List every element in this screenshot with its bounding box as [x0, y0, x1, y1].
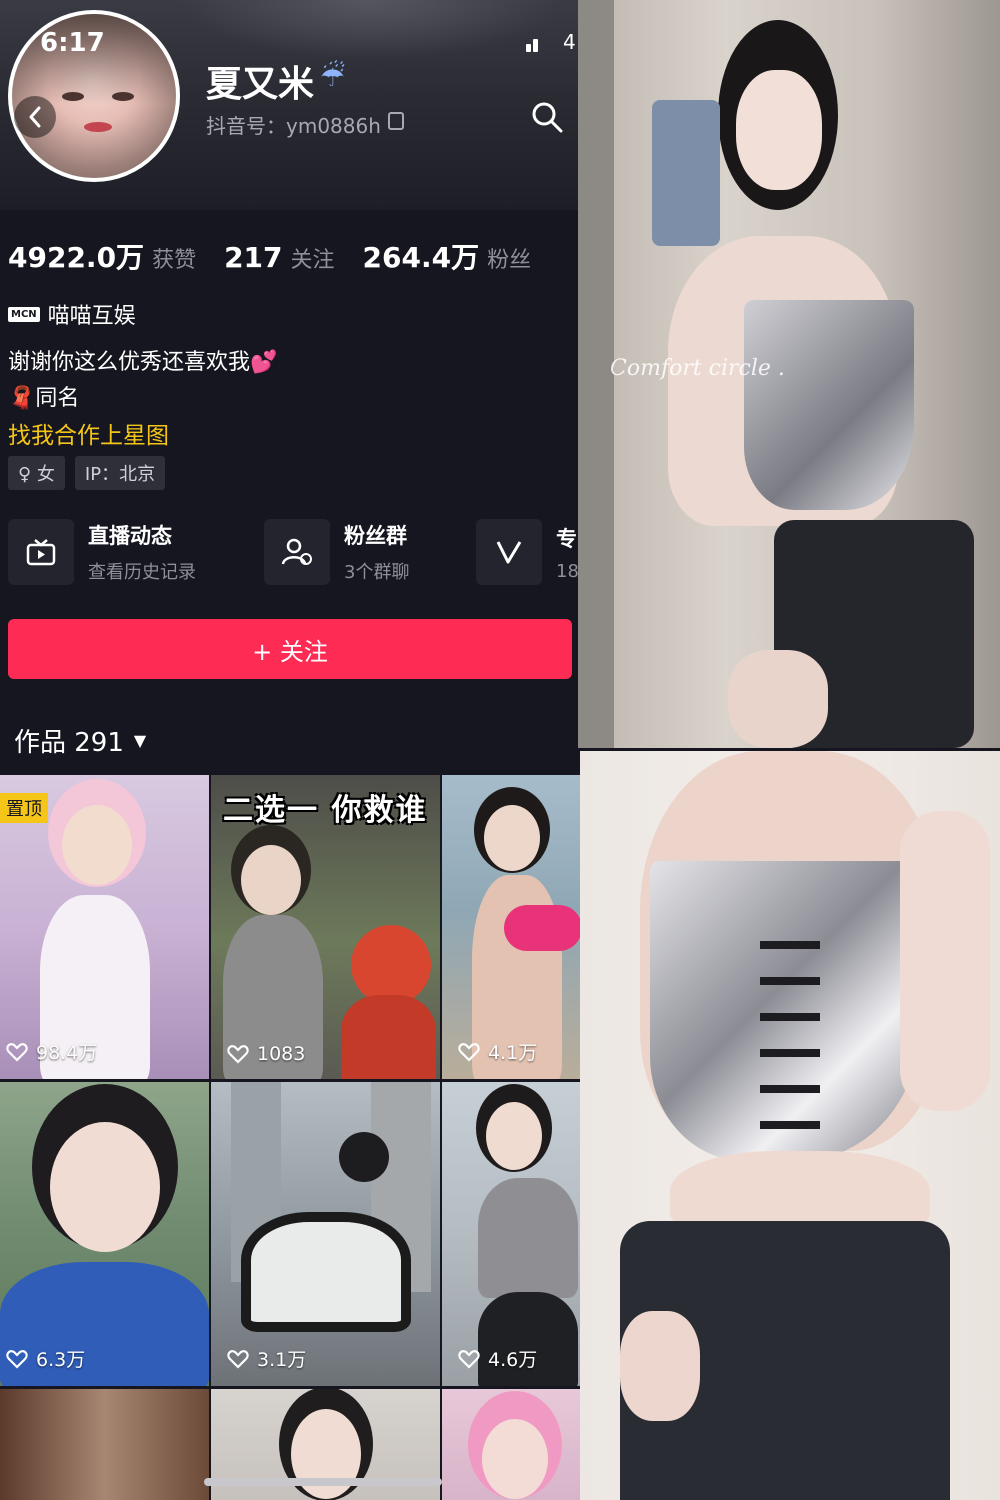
works-tab-label: 作品 291 [14, 728, 124, 758]
entry-title: 直播动态 [88, 524, 172, 548]
likes-count: 4.1万 [458, 1038, 537, 1065]
video-thumbnail[interactable] [442, 1389, 580, 1500]
people-icon [264, 519, 330, 585]
video-thumbnail[interactable]: 6.3万 [0, 1082, 209, 1386]
mcn-name: 喵喵互娱 [47, 304, 136, 329]
heart-icon [6, 1042, 28, 1062]
heart-icon [227, 1349, 249, 1369]
tv-icon [8, 519, 74, 585]
entry-subtitle: 3个群聊 [344, 562, 410, 583]
bio-line: 谢谢你这么优秀还喜欢我💕 [8, 350, 278, 375]
entry-title: 专 [556, 526, 577, 551]
profile-tags: ♀ 女 IP：北京 [8, 456, 166, 490]
douyin-id: 抖音号：ym0886h [206, 114, 381, 138]
likes-count: 3.1万 [227, 1345, 306, 1372]
search-icon [532, 102, 563, 133]
entry-subtitle: 18 [556, 560, 579, 582]
photo-mirror-selfie: Comfort circle . [578, 0, 1000, 748]
ip-location-tag: IP：北京 [74, 456, 166, 490]
video-thumbnail[interactable]: 置顶 98.4万 [0, 775, 209, 1079]
gender-tag: ♀ 女 [8, 456, 65, 490]
heart-icon [227, 1045, 249, 1064]
copy-icon[interactable] [388, 112, 404, 130]
video-grid: 置顶 98.4万 二选一 你救谁 1083 4.1万 6.3万 3.1万 4.6… [0, 775, 580, 1500]
likes-label: 获赞 [152, 248, 197, 273]
followers-count[interactable]: 264.4万 [363, 236, 480, 276]
umbrella-icon: ☔ [320, 60, 346, 93]
collab-link[interactable]: 找我合作上星图 [8, 416, 169, 450]
likes-count: 6.3万 [6, 1345, 85, 1372]
heart-icon [458, 1349, 480, 1369]
signal-icon [526, 34, 546, 52]
caret-down-icon: ▼ [133, 731, 147, 750]
photo-watermark: Comfort circle . [610, 356, 785, 381]
special-entry[interactable]: 专 18 [476, 518, 579, 586]
entry-subtitle: 查看历史记录 [88, 562, 196, 583]
heart-icon [458, 1042, 480, 1062]
video-thumbnail[interactable]: 3.1万 [211, 1082, 440, 1386]
likes-count: 4.6万 [458, 1345, 537, 1372]
video-thumbnail[interactable]: 4.6万 [442, 1082, 580, 1386]
entry-title: 粉丝群 [344, 524, 407, 548]
mcn-row[interactable]: MCN 喵喵互娱 [8, 298, 136, 330]
likes-count: 98.4万 [6, 1038, 97, 1065]
tab-works[interactable]: 作品 291 ▼ [14, 722, 146, 759]
likes-count: 1083 [227, 1043, 305, 1065]
search-button[interactable] [530, 100, 564, 134]
video-thumbnail[interactable]: 二选一 你救谁 1083 [211, 775, 440, 1079]
followers-label[interactable]: 粉丝 [487, 242, 531, 274]
status-time: 6:17 [40, 28, 105, 58]
likes-count: 4922.0万 [8, 241, 145, 274]
fan-group-entry[interactable]: 粉丝群 3个群聊 [264, 518, 409, 586]
back-button[interactable] [14, 96, 56, 138]
video-overlay-text: 二选一 你救谁 [223, 793, 428, 828]
pinned-badge: 置顶 [0, 793, 48, 823]
profile-screen: 6:17 4 夏又米 ☔ 抖音号：ym0886h 4922.0万 获赞 217 … [0, 0, 580, 1500]
follow-button[interactable]: + 关注 [8, 619, 572, 679]
photo-outfit-closeup [580, 751, 1000, 1500]
video-thumbnail[interactable] [0, 1389, 209, 1500]
feature-entries: 直播动态 查看历史记录 粉丝群 3个群聊 专 18 [8, 518, 580, 586]
video-thumbnail[interactable]: 4.1万 [442, 775, 580, 1079]
following-count[interactable]: 217 [224, 241, 282, 274]
home-indicator [204, 1478, 442, 1486]
chevron-left-icon [29, 106, 41, 128]
bio-line: 🧣同名 [8, 386, 80, 411]
battery-level: 4 [563, 30, 576, 54]
following-label[interactable]: 关注 [291, 242, 335, 274]
v-icon [476, 519, 542, 585]
profile-stats: 4922.0万 获赞 217 关注 264.4万 粉丝 [8, 236, 559, 276]
heart-icon [6, 1349, 28, 1369]
nickname: 夏又米 [206, 64, 315, 105]
live-history-entry[interactable]: 直播动态 查看历史记录 [8, 518, 196, 586]
mcn-badge: MCN [8, 306, 40, 322]
